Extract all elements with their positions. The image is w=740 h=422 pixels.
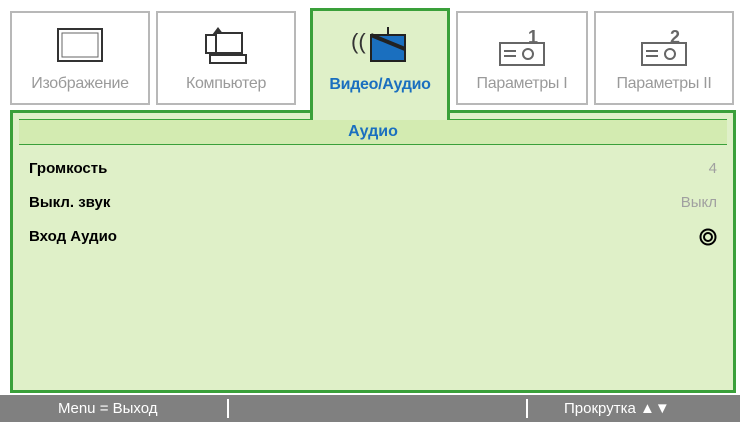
svg-text:2: 2 xyxy=(670,27,680,47)
tab-image[interactable]: Изображение xyxy=(10,11,150,105)
tab-settings-1[interactable]: 1 Параметры I xyxy=(456,11,588,105)
tab-video-audio[interactable]: (( Видео/Аудио xyxy=(310,8,450,120)
footer-divider xyxy=(227,399,229,418)
settings-panel: Аудио Громкость 4 Выкл. звук Выкл Вход А… xyxy=(10,110,736,393)
tab-label: Параметры I xyxy=(476,75,568,92)
row-value: 4 xyxy=(708,160,717,177)
row-label: Вход Аудио xyxy=(29,228,117,245)
tv-audio-icon: (( xyxy=(313,21,447,71)
footer-exit-hint: Menu = Выход xyxy=(58,400,158,417)
projector-1-icon: 1 xyxy=(458,23,586,73)
computer-icon xyxy=(158,23,294,73)
row-audio-input[interactable]: Вход Аудио xyxy=(29,225,717,249)
tab-label: Изображение xyxy=(31,75,129,92)
footer-scroll-hint: Прокрутка ▲▼ xyxy=(564,400,670,417)
row-volume[interactable]: Громкость 4 xyxy=(29,157,717,181)
osd-menu: Изображение Компьютер ((Видео/Аудио 1 П… xyxy=(10,8,736,393)
row-label: Выкл. звук xyxy=(29,194,111,211)
footer-bar: Menu = Выход Прокрутка ▲▼ xyxy=(0,395,740,422)
tab-computer[interactable]: Компьютер xyxy=(156,11,296,105)
tab-label: Параметры II xyxy=(616,75,712,92)
tab-settings-2[interactable]: 2 Параметры II xyxy=(594,11,734,105)
tab-label: Компьютер xyxy=(185,75,267,92)
projector-2-icon: 2 xyxy=(596,23,732,73)
row-value: Выкл xyxy=(680,194,717,211)
svg-text:((: (( xyxy=(351,29,366,54)
monitor-icon xyxy=(12,23,148,73)
section-title: Аудио xyxy=(19,119,727,145)
row-mute[interactable]: Выкл. звук Выкл xyxy=(29,191,717,215)
footer-divider xyxy=(526,399,528,418)
tab-bar: Изображение Компьютер ((Видео/Аудио 1 П… xyxy=(10,8,736,120)
tab-label: Видео/Аудио xyxy=(329,76,431,93)
row-label: Громкость xyxy=(29,160,108,177)
svg-text:1: 1 xyxy=(528,27,538,47)
target-icon[interactable] xyxy=(699,228,717,246)
